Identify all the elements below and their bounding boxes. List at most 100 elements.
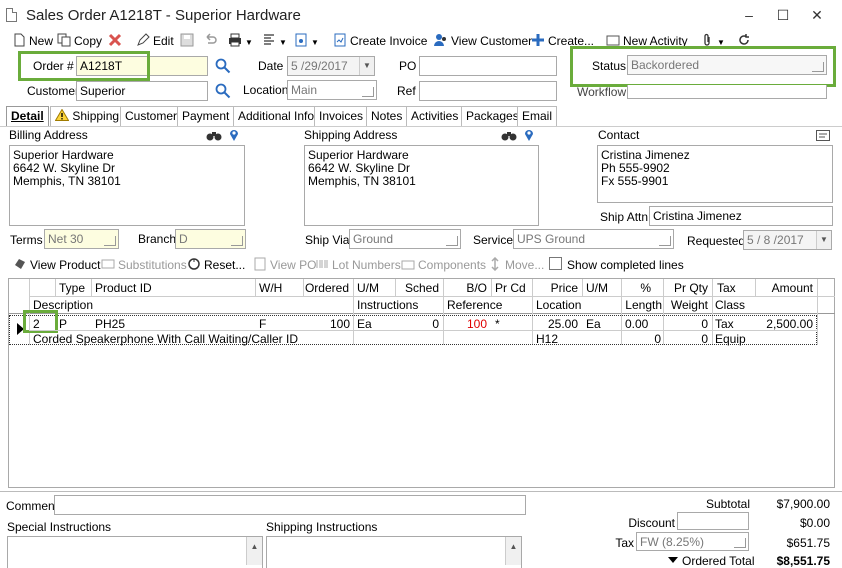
ship-attn-input[interactable]: Cristina Jimenez [649, 206, 833, 226]
new-button[interactable]: New [12, 32, 53, 50]
tab-activities[interactable]: Activities [406, 106, 464, 126]
binoculars-icon[interactable] [206, 129, 222, 141]
tab-payment[interactable]: Payment [177, 106, 235, 126]
binoculars-icon[interactable] [501, 129, 517, 141]
col-length[interactable]: Length [621, 298, 662, 312]
shipping-address-box[interactable]: Superior Hardware 6642 W. Skyline Dr Mem… [304, 145, 539, 226]
col-pct[interactable]: % [625, 281, 651, 295]
terms-dropdown[interactable]: Net 30 [44, 229, 119, 249]
date-dropdown-arrow[interactable]: ▼ [359, 57, 374, 75]
row-price[interactable]: 25.00 [535, 317, 578, 331]
row-type[interactable]: P [59, 317, 67, 331]
undo-button[interactable] [203, 32, 220, 50]
attach-doc-button[interactable]: ▼ [294, 32, 319, 50]
row-um2[interactable]: Ea [586, 317, 601, 331]
tab-detail[interactable]: Detail [6, 106, 49, 126]
col-instructions[interactable]: Instructions [357, 298, 418, 312]
minimize-button[interactable]: – [738, 6, 760, 24]
tab-additional-info[interactable]: Additional Info [233, 106, 320, 126]
view-po-button[interactable]: View PO [253, 256, 316, 274]
requested-date-input[interactable]: 5 / 8 /2017 ▼ [743, 230, 832, 250]
location-dropdown[interactable]: Main [287, 80, 377, 100]
tab-invoices[interactable]: Invoices [314, 106, 369, 126]
workflow-dropdown[interactable] [627, 85, 827, 99]
col-prqty[interactable]: Pr Qty [659, 281, 708, 295]
row-tax[interactable]: Tax [715, 317, 734, 331]
col-type[interactable]: Type [59, 281, 85, 295]
col-product-id[interactable]: Product ID [95, 281, 152, 295]
edit-button[interactable]: Edit [136, 32, 174, 50]
col-weight[interactable]: Weight [667, 298, 708, 312]
tax-dropdown[interactable]: FW (8.25%) [636, 532, 749, 551]
report-button[interactable]: ▼ [262, 32, 287, 50]
col-class[interactable]: Class [715, 298, 745, 312]
col-tax[interactable]: Tax [717, 281, 736, 295]
branch-dropdown[interactable]: D [175, 229, 246, 249]
search-icon[interactable] [215, 83, 231, 99]
requested-dropdown-arrow[interactable]: ▼ [816, 231, 831, 249]
col-price[interactable]: Price [535, 281, 578, 295]
row-ordered[interactable]: 100 [305, 317, 350, 331]
row-prcd[interactable]: * [495, 317, 500, 331]
shipping-instructions-textarea[interactable]: ▲ [266, 536, 522, 568]
service-dropdown[interactable]: UPS Ground [513, 229, 674, 249]
view-customer-button[interactable]: View Customer [434, 32, 532, 50]
map-pin-icon[interactable] [524, 128, 534, 142]
date-input[interactable]: 5 /29/2017 ▼ [287, 56, 375, 76]
special-instructions-textarea[interactable]: ▲ [7, 536, 263, 568]
row-amount[interactable]: 2,500.00 [759, 317, 813, 331]
tab-email[interactable]: Email [517, 106, 558, 126]
print-button[interactable]: ▼ [228, 32, 253, 50]
col-location[interactable]: Location [536, 298, 581, 312]
line-items-grid[interactable]: Type Product ID W/H Ordered U/M Sched B/… [8, 278, 835, 488]
close-button[interactable]: ✕ [806, 6, 828, 24]
col-sched[interactable]: Sched [399, 281, 439, 295]
lot-numbers-button[interactable]: Lot Numbers [315, 256, 401, 274]
show-completed-checkbox[interactable] [549, 257, 562, 270]
copy-button[interactable]: Copy [57, 32, 102, 50]
discount-input[interactable] [677, 512, 749, 530]
row-pct[interactable]: 0.00 [625, 317, 648, 331]
ship-via-dropdown[interactable]: Ground [349, 229, 461, 249]
col-ordered[interactable]: Ordered [291, 281, 349, 295]
contact-box[interactable]: Cristina Jimenez Ph 555-9902 Fx 555-9901 [597, 145, 833, 203]
row-bo[interactable]: 100 [449, 317, 487, 331]
row-product-id[interactable]: PH25 [95, 317, 125, 331]
row-weight[interactable]: 0 [667, 332, 708, 346]
row-length[interactable]: 0 [621, 332, 661, 346]
col-wh[interactable]: W/H [259, 281, 282, 295]
po-input[interactable] [419, 56, 557, 76]
create-invoice-button[interactable]: Create Invoice [333, 32, 427, 50]
comment-input[interactable] [54, 495, 526, 515]
tab-shipping[interactable]: Shipping [50, 106, 125, 126]
col-prcd[interactable]: Pr Cd [495, 281, 526, 295]
row-um[interactable]: Ea [357, 317, 372, 331]
ref-input[interactable] [419, 81, 557, 101]
col-um[interactable]: U/M [357, 281, 379, 295]
scroll-up-arrow[interactable]: ▲ [246, 537, 262, 565]
billing-address-box[interactable]: Superior Hardware 6642 W. Skyline Dr Mem… [9, 145, 245, 226]
map-pin-icon[interactable] [229, 128, 239, 142]
row-sched[interactable]: 0 [399, 317, 439, 331]
tab-customer[interactable]: Customer [120, 106, 183, 126]
chevron-down-icon[interactable] [668, 557, 678, 563]
substitutions-button[interactable]: Substitutions [101, 256, 187, 274]
row-location[interactable]: H12 [536, 332, 558, 346]
row-description[interactable]: Corded Speakerphone With Call Waiting/Ca… [33, 332, 298, 346]
col-bo[interactable]: B/O [449, 281, 487, 295]
col-reference[interactable]: Reference [447, 298, 502, 312]
delete-button[interactable] [108, 32, 125, 50]
save-button[interactable] [180, 32, 197, 50]
card-icon[interactable] [816, 130, 830, 141]
move-button[interactable]: Move... [488, 256, 544, 274]
scroll-up-arrow[interactable]: ▲ [505, 537, 521, 565]
maximize-button[interactable]: ☐ [772, 6, 794, 24]
row-class[interactable]: Equip [715, 332, 746, 346]
row-wh[interactable]: F [259, 317, 266, 331]
tab-notes[interactable]: Notes [366, 106, 408, 126]
components-button[interactable]: Components [401, 256, 486, 274]
tab-packages[interactable]: Packages [461, 106, 524, 126]
col-um2[interactable]: U/M [586, 281, 608, 295]
col-amount[interactable]: Amount [759, 281, 813, 295]
view-product-button[interactable]: View Product [13, 256, 100, 274]
